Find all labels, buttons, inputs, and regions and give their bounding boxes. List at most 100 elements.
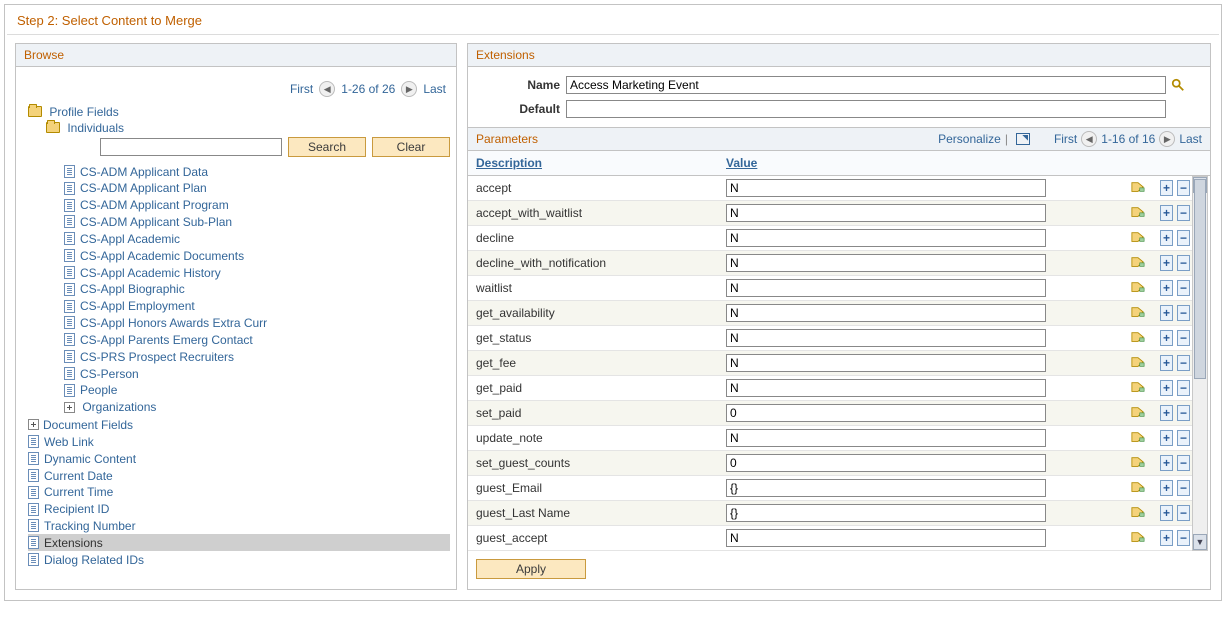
remove-row-button[interactable]: − <box>1177 480 1190 496</box>
pager-last[interactable]: Last <box>423 82 446 96</box>
params-pager-last[interactable]: Last <box>1179 132 1202 146</box>
col-value[interactable]: Value <box>720 151 1104 175</box>
param-value-input[interactable] <box>726 179 1046 197</box>
remove-row-button[interactable]: − <box>1177 330 1190 346</box>
remove-row-button[interactable]: − <box>1177 230 1190 246</box>
tree-label[interactable]: CS-ADM Applicant Plan <box>80 181 207 195</box>
tree-item[interactable]: CS-Appl Employment <box>64 297 450 314</box>
tree-label[interactable]: Web Link <box>44 435 94 449</box>
tree-label[interactable]: Profile Fields <box>49 105 118 119</box>
add-row-button[interactable]: + <box>1160 330 1173 346</box>
tree-label[interactable]: CS-Person <box>80 366 139 380</box>
tree-item[interactable]: Tracking Number <box>28 517 450 534</box>
col-description[interactable]: Description <box>468 151 720 175</box>
param-value-input[interactable] <box>726 429 1046 447</box>
add-row-button[interactable]: + <box>1160 205 1173 221</box>
pager-next-icon[interactable]: ▶ <box>401 81 417 97</box>
tree-organizations[interactable]: Organizations <box>64 398 450 415</box>
remove-row-button[interactable]: − <box>1177 280 1190 296</box>
add-row-button[interactable]: + <box>1160 530 1173 546</box>
tree-item[interactable]: CS-PRS Prospect Recruiters <box>64 348 450 365</box>
pager-prev-icon[interactable]: ◀ <box>319 81 335 97</box>
tree-item[interactable]: CS-ADM Applicant Sub-Plan <box>64 213 450 230</box>
name-input[interactable] <box>566 76 1166 94</box>
param-value-input[interactable] <box>726 329 1046 347</box>
tree-item[interactable]: CS-Appl Parents Emerg Contact <box>64 331 450 348</box>
tree-label[interactable]: CS-Appl Employment <box>80 299 195 313</box>
add-row-button[interactable]: + <box>1160 455 1173 471</box>
tree-item[interactable]: Current Time <box>28 483 450 500</box>
add-row-button[interactable]: + <box>1160 180 1173 196</box>
tree-item[interactable]: CS-Appl Academic <box>64 230 450 247</box>
tree-label[interactable]: Dynamic Content <box>44 452 136 466</box>
remove-row-button[interactable]: − <box>1177 305 1190 321</box>
param-value-input[interactable] <box>726 479 1046 497</box>
params-pager-first[interactable]: First <box>1054 132 1077 146</box>
tag-icon[interactable] <box>1131 531 1145 543</box>
tree-label[interactable]: CS-Appl Biographic <box>80 282 185 296</box>
tag-icon[interactable] <box>1131 181 1145 193</box>
tree-label[interactable]: CS-Appl Parents Emerg Contact <box>80 333 253 347</box>
tree-label[interactable]: CS-Appl Academic Documents <box>80 249 244 263</box>
add-row-button[interactable]: + <box>1160 255 1173 271</box>
param-value-input[interactable] <box>726 279 1046 297</box>
add-row-button[interactable]: + <box>1160 230 1173 246</box>
remove-row-button[interactable]: − <box>1177 405 1190 421</box>
tree-item[interactable]: Current Date <box>28 467 450 484</box>
remove-row-button[interactable]: − <box>1177 505 1190 521</box>
tag-icon[interactable] <box>1131 206 1145 218</box>
tag-icon[interactable] <box>1131 506 1145 518</box>
tag-icon[interactable] <box>1131 406 1145 418</box>
tree-label[interactable]: People <box>80 383 117 397</box>
tag-icon[interactable] <box>1131 356 1145 368</box>
param-value-input[interactable] <box>726 404 1046 422</box>
personalize-link[interactable]: Personalize <box>938 132 1001 146</box>
tag-icon[interactable] <box>1131 456 1145 468</box>
tree-item[interactable]: CS-Appl Academic Documents <box>64 247 450 264</box>
add-row-button[interactable]: + <box>1160 430 1173 446</box>
tag-icon[interactable] <box>1131 256 1145 268</box>
param-value-input[interactable] <box>726 454 1046 472</box>
tree-item[interactable]: Recipient ID <box>28 500 450 517</box>
tree-label[interactable]: CS-ADM Applicant Sub-Plan <box>80 215 232 229</box>
add-row-button[interactable]: + <box>1160 480 1173 496</box>
remove-row-button[interactable]: − <box>1177 205 1190 221</box>
clear-button[interactable]: Clear <box>372 137 450 157</box>
tree-item[interactable]: CS-ADM Applicant Program <box>64 196 450 213</box>
params-pager-next-icon[interactable]: ▶ <box>1159 131 1175 147</box>
param-value-input[interactable] <box>726 354 1046 372</box>
tree-root-profile-fields[interactable]: Profile Fields Individuals Search Clear <box>28 103 450 569</box>
tree-search-input[interactable] <box>100 138 282 156</box>
param-value-input[interactable] <box>726 529 1046 547</box>
scrollbar[interactable]: ▲ ▼ <box>1192 176 1208 551</box>
remove-row-button[interactable]: − <box>1177 255 1190 271</box>
tree-item[interactable]: CS-Person <box>64 365 450 382</box>
param-value-input[interactable] <box>726 379 1046 397</box>
tree-label[interactable]: Document Fields <box>43 418 133 432</box>
add-row-button[interactable]: + <box>1160 305 1173 321</box>
tree-label[interactable]: CS-Appl Academic <box>80 232 180 246</box>
tree-label[interactable]: Recipient ID <box>44 502 109 516</box>
tree-label[interactable]: Extensions <box>44 536 103 550</box>
tree-label[interactable]: Dialog Related IDs <box>44 553 144 567</box>
param-value-input[interactable] <box>726 504 1046 522</box>
tree-item[interactable]: Web Link <box>28 433 450 450</box>
tag-icon[interactable] <box>1131 381 1145 393</box>
expand-icon[interactable] <box>28 419 39 430</box>
tag-icon[interactable] <box>1131 306 1145 318</box>
tree-label[interactable]: CS-Appl Academic History <box>80 265 221 279</box>
tag-icon[interactable] <box>1131 281 1145 293</box>
tree-item[interactable]: CS-ADM Applicant Data <box>64 163 450 180</box>
tag-icon[interactable] <box>1131 481 1145 493</box>
add-row-button[interactable]: + <box>1160 505 1173 521</box>
tree-label[interactable]: Current Time <box>44 485 113 499</box>
add-row-button[interactable]: + <box>1160 280 1173 296</box>
lookup-icon[interactable] <box>1170 77 1186 93</box>
tree-label[interactable]: Current Date <box>44 468 113 482</box>
scroll-down-icon[interactable]: ▼ <box>1193 534 1207 550</box>
popout-icon[interactable] <box>1016 133 1030 145</box>
add-row-button[interactable]: + <box>1160 405 1173 421</box>
default-input[interactable] <box>566 100 1166 118</box>
tree-item[interactable]: Dialog Related IDs <box>28 551 450 568</box>
tree-label[interactable]: Organizations <box>82 400 156 414</box>
